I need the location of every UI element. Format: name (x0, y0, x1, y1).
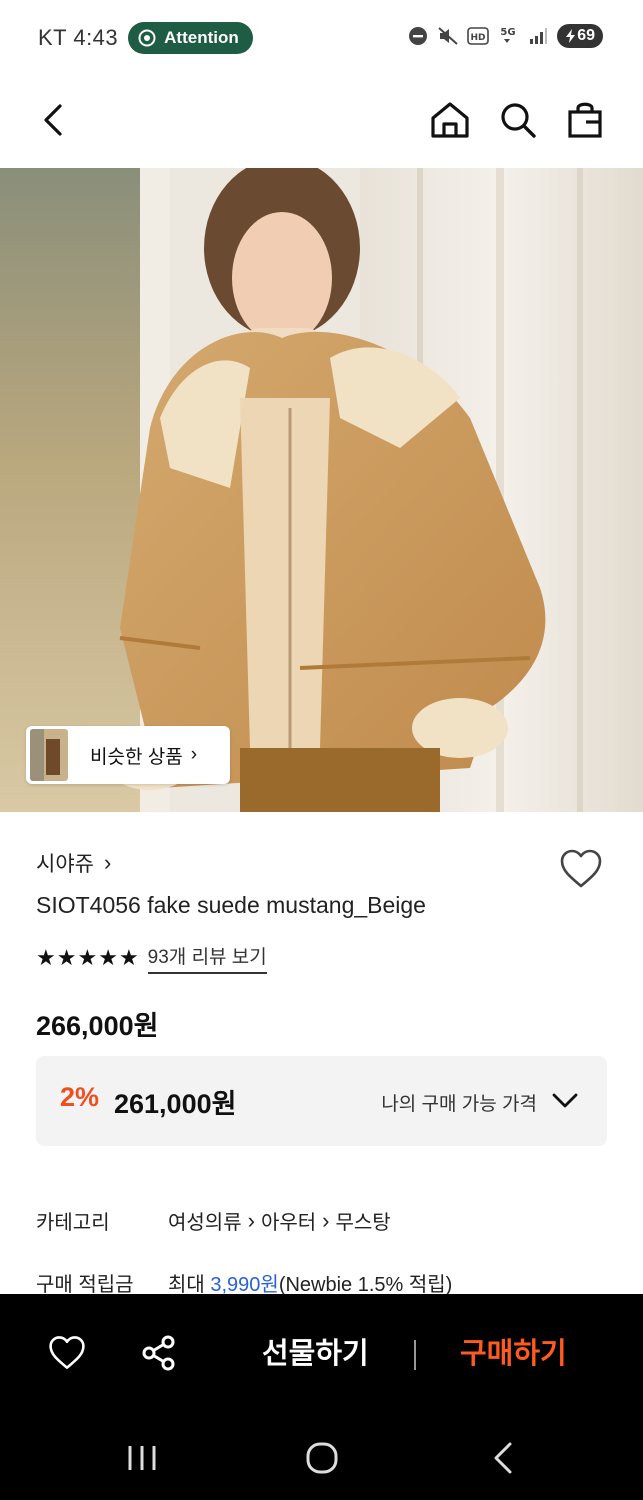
star-icon: ★ (118, 944, 139, 970)
home-icon (431, 102, 469, 138)
product-image[interactable] (0, 168, 643, 812)
points-label: 구매 적립금 (36, 1274, 134, 1296)
share-button[interactable] (140, 1334, 178, 1372)
category-item[interactable]: 무스탕 (335, 1206, 390, 1235)
cart-button[interactable] (564, 98, 608, 142)
shopping-bag-icon (568, 102, 602, 138)
points-value-text: 최대 3,990원(Newbie 1.5% 적립) (168, 1268, 452, 1297)
network-label: 5G (501, 27, 516, 38)
bottom-action-bar: 선물하기 구매하기 (0, 1294, 643, 1414)
app-header (0, 72, 643, 168)
recents-icon (128, 1446, 156, 1470)
points-row: 구매 적립금 최대 3,990원(Newbie 1.5% 적립) (36, 1268, 452, 1297)
discount-price: 261,000원 (114, 1089, 237, 1119)
my-price-box[interactable]: 2% 261,000원 나의 구매 가능 가격 (36, 1056, 607, 1146)
mute-icon (437, 25, 459, 47)
my-price-label: 나의 구매 가능 가격 (381, 1094, 537, 1115)
hd-label: HD (471, 33, 486, 43)
back-icon (44, 104, 62, 136)
home-nav-button[interactable] (302, 1440, 342, 1476)
hd-icon: HD (467, 25, 490, 47)
charging-icon (566, 29, 576, 43)
chevron-right-icon: › (190, 744, 198, 765)
points-amount: 3,990원 (210, 1274, 279, 1296)
divider (414, 1340, 416, 1370)
category-label: 카테고리 (36, 1212, 110, 1234)
carrier-time: KT 4:43 (38, 25, 119, 50)
status-bar: KT 4:43 Attention HD 5G 69 (0, 0, 643, 72)
wishlist-button[interactable] (559, 848, 603, 890)
brand-link[interactable]: 시야쥬 › (36, 848, 111, 878)
points-suffix: (Newbie 1.5% 적립) (278, 1274, 453, 1296)
similar-products-button[interactable]: 비슷한 상품 › (26, 726, 230, 784)
status-left: KT 4:43 Attention (38, 22, 253, 54)
home-button[interactable] (428, 98, 472, 142)
original-price: 266,000원 (36, 1011, 159, 1041)
star-icon: ★ (56, 944, 77, 970)
rating-stars: ★★★★★ (36, 944, 140, 970)
attention-label: Attention (164, 28, 239, 47)
heart-icon (49, 1336, 85, 1369)
record-icon (138, 29, 156, 47)
review-link[interactable]: 93개 리뷰 보기 (147, 942, 267, 974)
back-button[interactable] (34, 98, 74, 142)
battery-level: 69 (577, 27, 595, 44)
search-button[interactable] (496, 98, 540, 142)
recents-button[interactable] (122, 1440, 162, 1476)
battery-indicator: 69 (557, 24, 603, 48)
search-icon (501, 103, 536, 138)
product-name: SIOT4056 fake suede mustang_Beige (36, 892, 426, 918)
star-icon: ★ (77, 944, 98, 970)
share-icon (142, 1335, 175, 1371)
system-nav-bar (0, 1414, 643, 1500)
home-circle-icon (306, 1442, 338, 1474)
attention-indicator[interactable]: Attention (128, 22, 253, 54)
do-not-disturb-icon (407, 25, 429, 47)
chevron-down-icon (552, 1093, 578, 1108)
similar-thumbnail (30, 729, 68, 781)
star-icon: ★ (98, 944, 118, 970)
gift-button[interactable]: 선물하기 (262, 1330, 369, 1372)
category-row: 카테고리 여성의류 › 아우터 › 무스탕 (36, 1206, 391, 1235)
similar-products-label: 비슷한 상품 (90, 746, 183, 768)
status-right: HD 5G 69 (407, 24, 603, 48)
chevron-right-icon: › (103, 850, 112, 875)
category-path: 여성의류 › 아우터 › 무스탕 (168, 1206, 391, 1235)
product-photo (0, 168, 643, 812)
brand-name: 시야쥬 (36, 853, 94, 876)
signal-icon (527, 25, 549, 47)
heart-icon (560, 849, 602, 888)
wishlist-action-button[interactable] (48, 1334, 86, 1372)
back-nav-button[interactable] (484, 1440, 524, 1476)
star-icon: ★ (36, 944, 56, 970)
network-5g-icon: 5G (497, 25, 519, 47)
discount-percent: 2% (60, 1082, 100, 1112)
category-item[interactable]: 아우터 (261, 1206, 316, 1235)
back-nav-icon (494, 1442, 512, 1474)
buy-button[interactable]: 구매하기 (460, 1330, 567, 1372)
chevron-right-icon: › (322, 1207, 330, 1233)
category-item[interactable]: 여성의류 (168, 1206, 242, 1235)
rating-row: ★★★★★ 93개 리뷰 보기 (36, 942, 267, 974)
chevron-right-icon: › (247, 1207, 255, 1233)
points-prefix: 최대 (168, 1274, 211, 1296)
